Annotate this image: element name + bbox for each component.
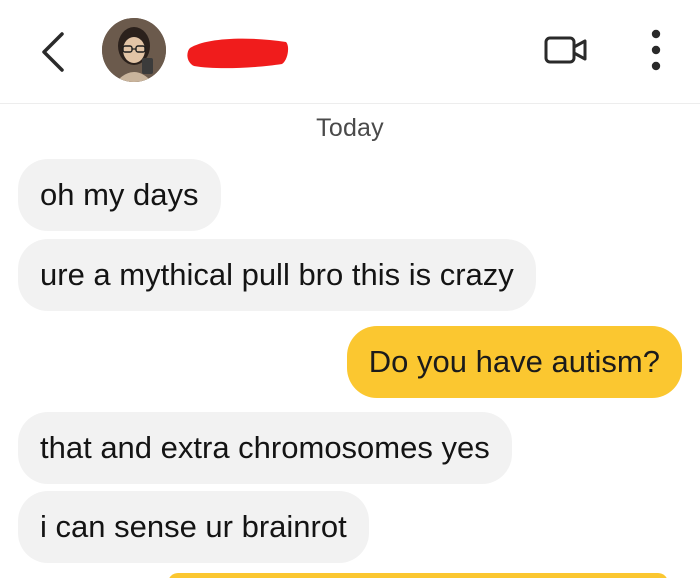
- avatar-photo: [102, 18, 166, 82]
- message-bubble-incoming[interactable]: that and extra chromosomes yes: [18, 412, 512, 484]
- message-bubble-incoming[interactable]: ure a mythical pull bro this is crazy: [18, 239, 536, 311]
- chat-screen: Today oh my days ure a mythical pull bro…: [0, 0, 700, 578]
- more-options-button[interactable]: [638, 24, 674, 76]
- message-bubble-incoming[interactable]: oh my days: [18, 159, 221, 231]
- chat-header: [0, 0, 700, 104]
- message-bubble-outgoing-partial[interactable]: [168, 573, 668, 578]
- video-call-button[interactable]: [542, 30, 590, 70]
- message-bubble-incoming[interactable]: i can sense ur brainrot: [18, 491, 369, 563]
- contact-avatar[interactable]: [102, 18, 166, 82]
- redaction-mark: [187, 38, 289, 69]
- video-call-icon: [544, 36, 587, 64]
- redacted-contact-name: [186, 30, 290, 74]
- message-bubble-outgoing[interactable]: Do you have autism?: [346, 326, 682, 398]
- back-button[interactable]: [32, 30, 72, 74]
- chevron-left-icon: [42, 32, 64, 72]
- date-divider: Today: [316, 114, 384, 142]
- vertical-ellipsis-icon: [651, 29, 661, 71]
